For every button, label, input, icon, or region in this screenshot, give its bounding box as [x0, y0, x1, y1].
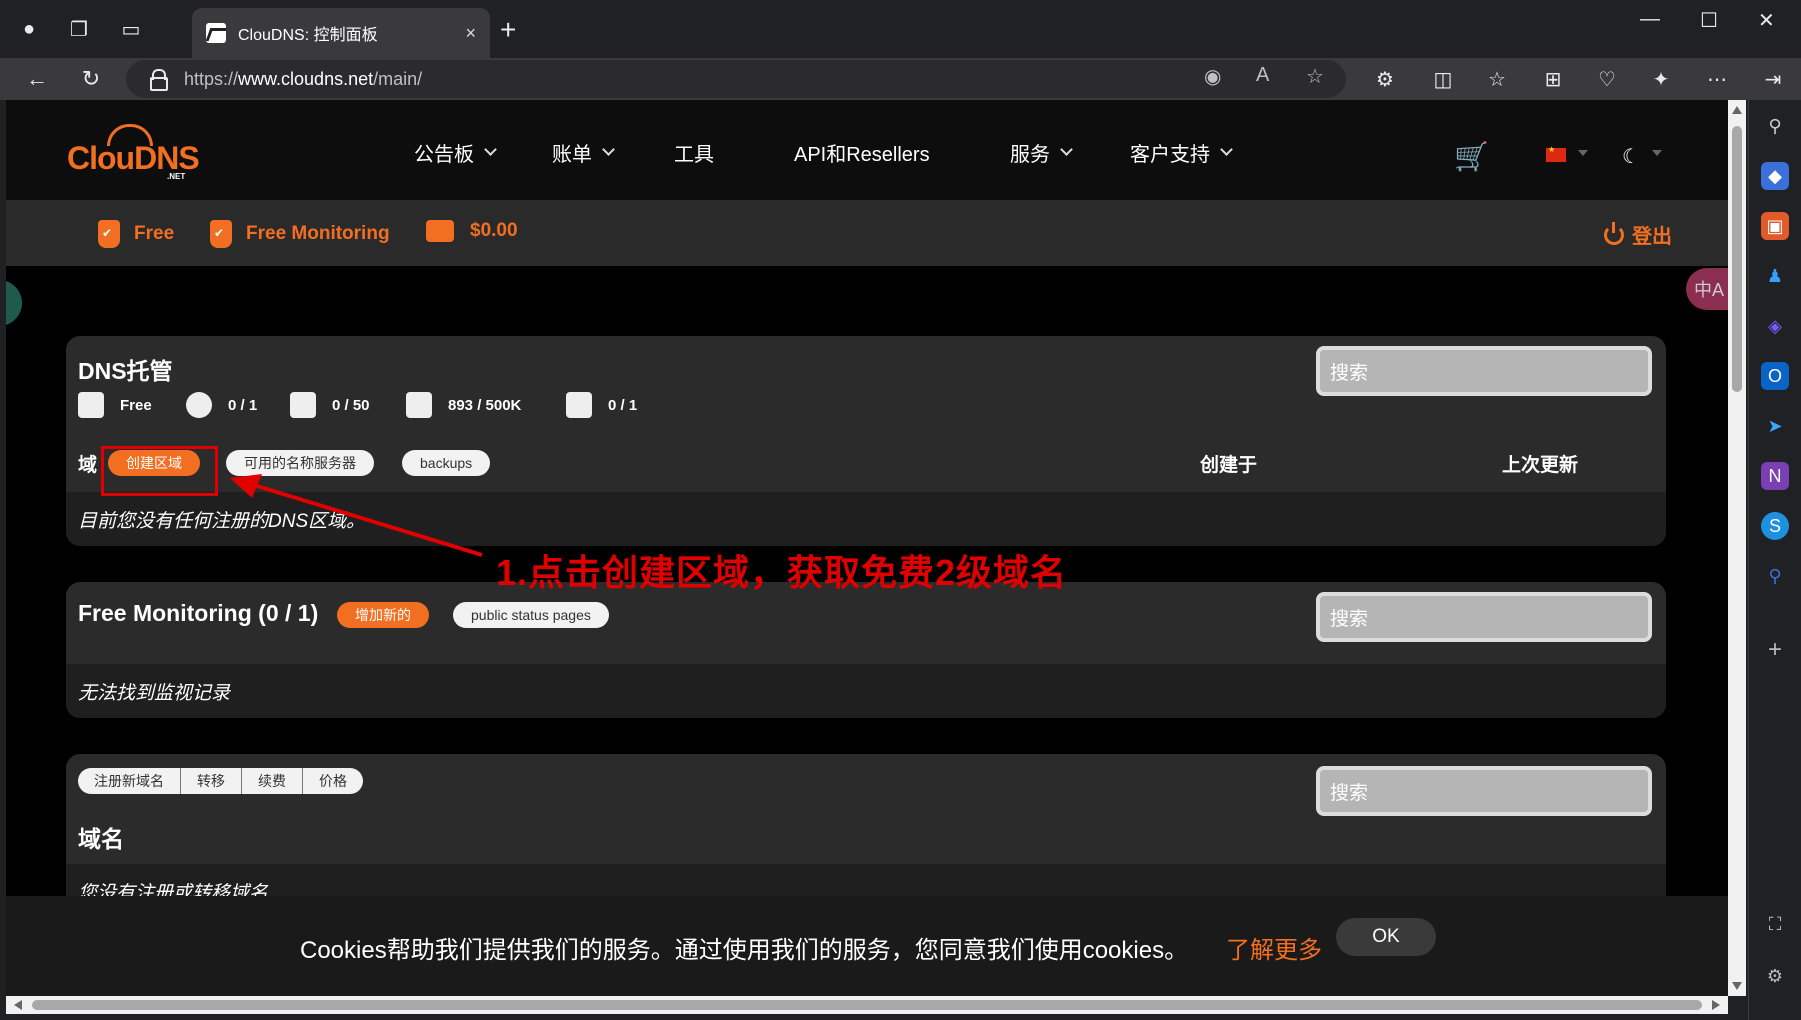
scroll-thumb[interactable] — [32, 1000, 1702, 1010]
horizontal-scrollbar[interactable] — [6, 996, 1728, 1014]
learn-more-link[interactable]: 了解更多 — [1226, 930, 1322, 965]
scroll-left-arrow-icon[interactable] — [14, 1000, 22, 1010]
vertical-scrollbar[interactable] — [1728, 100, 1746, 996]
scroll-thumb[interactable] — [1732, 126, 1742, 392]
cookie-text: Cookies帮助我们提供我们的服务。通过使用我们的服务，您同意我们使用cook… — [300, 937, 1189, 964]
annotation-text: 1.点击创建区域，获取免费2级域名 — [496, 552, 1068, 593]
cookie-ok-button[interactable]: OK — [1336, 918, 1436, 956]
scroll-up-arrow-icon[interactable] — [1732, 106, 1742, 114]
scroll-right-arrow-icon[interactable] — [1712, 1000, 1720, 1010]
scroll-down-arrow-icon[interactable] — [1732, 982, 1742, 990]
annotation-arrow — [230, 474, 483, 557]
cookie-banner: Cookies帮助我们提供我们的服务。通过使用我们的服务，您同意我们使用cook… — [6, 896, 1728, 996]
